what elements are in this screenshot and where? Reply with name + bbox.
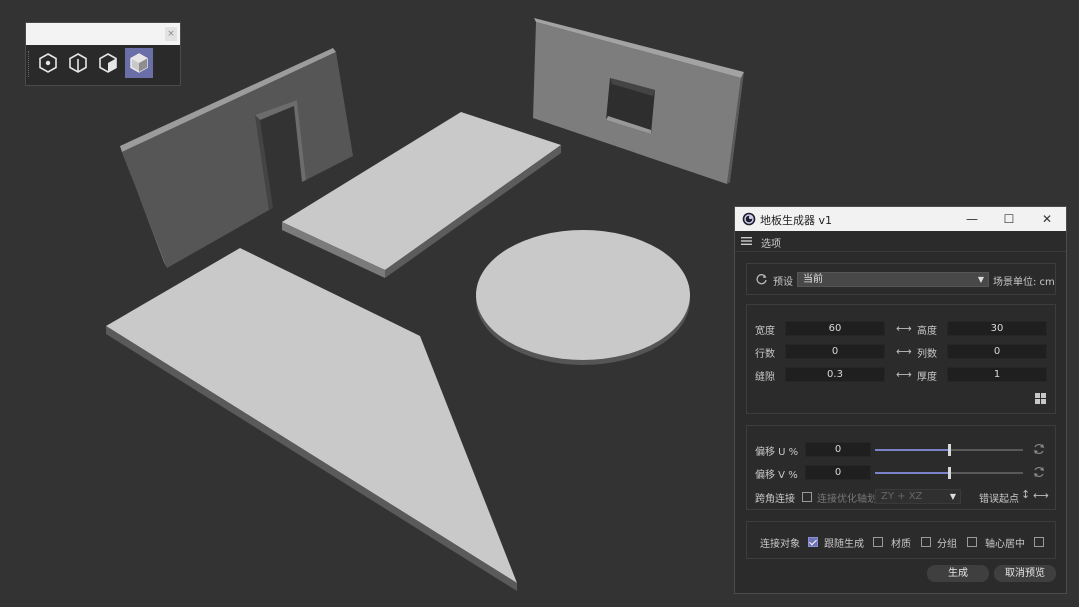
hex-point-icon — [39, 53, 57, 73]
options-section: 连接对象 跟随生成 材质 分组 轴心居中 — [746, 521, 1056, 559]
connect-objects-label: 连接对象 — [760, 539, 800, 550]
reset-icon[interactable] — [1033, 466, 1045, 478]
width-label: 宽度 — [755, 326, 775, 337]
preset-dropdown[interactable]: 当前 ▼ — [797, 272, 989, 287]
offset-u-thumb[interactable] — [948, 444, 951, 456]
height-label: 高度 — [917, 326, 937, 337]
connect-objects-checkbox[interactable] — [808, 537, 818, 547]
gap-field[interactable]: 0.3 — [785, 367, 885, 382]
toolbar-titlebar[interactable]: × — [26, 23, 180, 45]
group-label: 分组 — [937, 539, 957, 550]
material-checkbox[interactable] — [921, 537, 931, 547]
height-field[interactable]: 30 — [947, 321, 1047, 336]
point-mode-button[interactable] — [34, 48, 62, 78]
corner-connect-checkbox[interactable] — [802, 492, 812, 502]
toolbar-close-button[interactable]: × — [165, 27, 177, 41]
window-title: 地板生成器 v1 — [760, 214, 833, 227]
thickness-label: 厚度 — [917, 372, 937, 383]
horizontal-arrows-icon[interactable]: ⟷ — [1033, 490, 1049, 501]
cube-face-icon — [99, 53, 117, 73]
close-window-button[interactable]: ✕ — [1038, 210, 1056, 228]
offset-v-slider[interactable] — [875, 467, 1023, 479]
stagger-origin-label: 错误起点 — [979, 494, 1019, 505]
optimize-axis-label: 连接优化轴划 — [817, 494, 877, 505]
minimize-button[interactable]: — — [963, 210, 981, 228]
axis-dropdown[interactable]: ZY + XZ ▼ — [875, 489, 961, 504]
grid-icon[interactable] — [1035, 393, 1046, 404]
vertical-arrows-icon[interactable]: ↕ — [1021, 489, 1030, 500]
selection-mode-toolbar[interactable]: × — [25, 22, 181, 86]
group-checkbox[interactable] — [967, 537, 977, 547]
menu-options[interactable]: 选项 — [761, 235, 781, 250]
offset-u-field[interactable]: 0 — [805, 442, 871, 457]
offset-v-field[interactable]: 0 — [805, 465, 871, 480]
link-arrows-icon[interactable]: ⟷ — [896, 369, 912, 380]
material-label: 材质 — [891, 539, 911, 550]
preset-label: 预设 — [773, 277, 793, 288]
gap-label: 缝隙 — [755, 372, 775, 383]
dimensions-section: 宽度 60 ⟷ 高度 30 行数 0 ⟷ 列数 0 缝隙 0.3 ⟷ 厚度 1 — [746, 304, 1056, 414]
object-mode-button[interactable] — [125, 48, 153, 78]
polygon-mode-button[interactable] — [94, 48, 122, 78]
hamburger-menu-icon[interactable] — [741, 237, 752, 245]
menubar: 选项 — [735, 231, 1066, 252]
center-pivot-checkbox[interactable] — [1034, 537, 1044, 547]
generate-button[interactable]: 生成 — [927, 565, 989, 582]
preset-section: 预设 当前 ▼ 场景单位: cm — [746, 263, 1056, 295]
cancel-preview-button[interactable]: 取消预览 — [994, 565, 1056, 582]
preset-value: 当前 — [803, 274, 823, 285]
maximize-button[interactable]: ☐ — [1000, 210, 1018, 228]
edge-mode-button[interactable] — [64, 48, 92, 78]
cube-object-icon — [130, 53, 148, 73]
toolbar-grip[interactable] — [28, 51, 32, 77]
width-field[interactable]: 60 — [785, 321, 885, 336]
cols-label: 列数 — [917, 349, 937, 360]
offset-u-slider[interactable] — [875, 444, 1023, 456]
refresh-icon[interactable] — [755, 273, 768, 286]
offset-u-fill — [875, 449, 949, 451]
offset-u-label: 偏移 U % — [755, 447, 799, 458]
floor-plate-triangle[interactable] — [106, 248, 517, 591]
rows-label: 行数 — [755, 349, 775, 360]
window-titlebar[interactable]: 地板生成器 v1 — ☐ ✕ — [735, 207, 1066, 231]
center-pivot-label: 轴心居中 — [985, 539, 1025, 550]
axis-value: ZY + XZ — [881, 491, 923, 502]
cinema4d-logo-icon — [742, 212, 756, 226]
floor-generator-window[interactable]: 地板生成器 v1 — ☐ ✕ 选项 预设 当前 ▼ 场景单位: cm 宽度 60… — [734, 206, 1067, 594]
offset-v-thumb[interactable] — [948, 467, 951, 479]
rows-field[interactable]: 0 — [785, 344, 885, 359]
link-arrows-icon[interactable]: ⟷ — [896, 323, 912, 334]
corner-connect-label: 跨角连接 — [755, 494, 795, 505]
reset-icon[interactable] — [1033, 443, 1045, 455]
thickness-field[interactable]: 1 — [947, 367, 1047, 382]
floor-plate-round[interactable] — [476, 230, 690, 365]
cols-field[interactable]: 0 — [947, 344, 1047, 359]
follow-generate-checkbox[interactable] — [873, 537, 883, 547]
wall-with-window[interactable] — [533, 18, 744, 184]
follow-generate-label: 跟随生成 — [824, 539, 864, 550]
link-arrows-icon[interactable]: ⟷ — [896, 346, 912, 357]
offset-v-fill — [875, 472, 949, 474]
offset-v-label: 偏移 V % — [755, 470, 798, 481]
offsets-section: 偏移 U % 0 偏移 V % 0 跨角连接 连接优化轴划 ZY + XZ ▼ … — [746, 425, 1056, 510]
scene-unit-label: 场景单位: cm — [993, 277, 1055, 288]
hex-edge-icon — [69, 53, 87, 73]
chevron-down-icon: ▼ — [949, 492, 956, 501]
chevron-down-icon: ▼ — [977, 275, 984, 284]
